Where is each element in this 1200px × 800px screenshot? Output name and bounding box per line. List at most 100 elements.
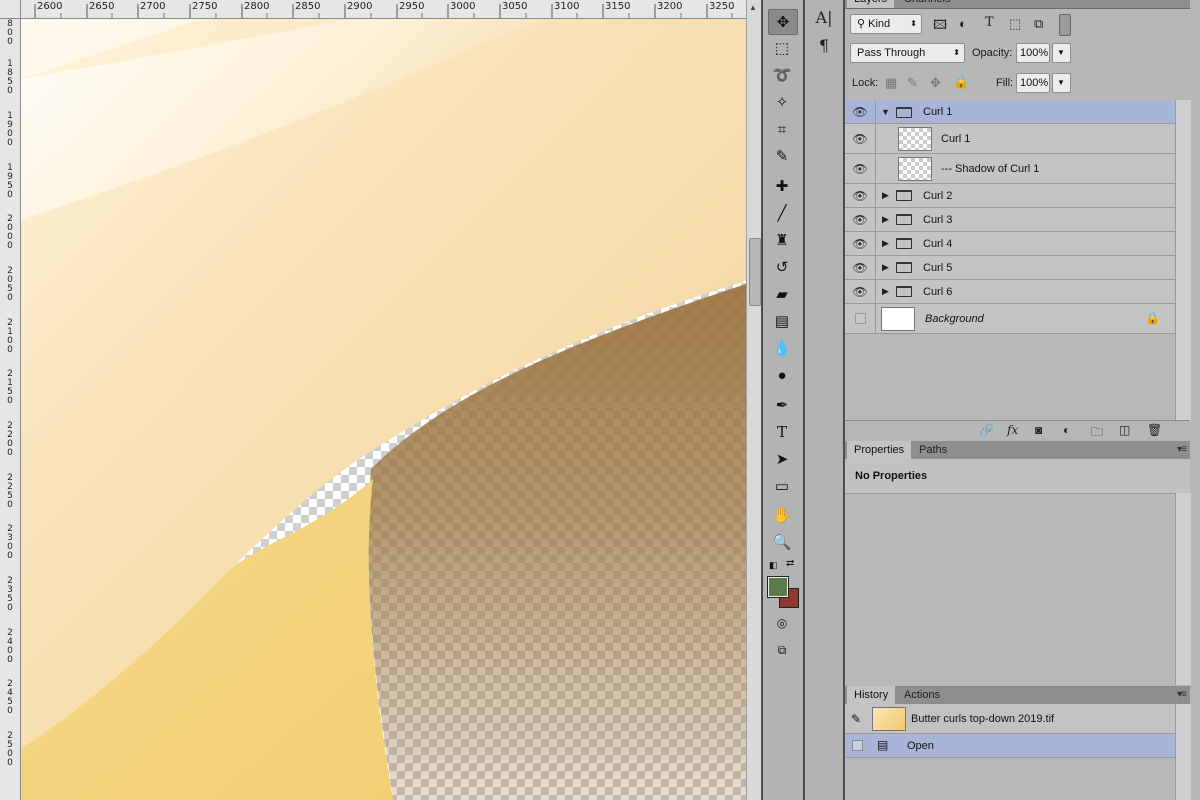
visibility-eye-icon[interactable]: 👁 [845,100,876,123]
expand-triangle-right-icon[interactable]: ▶ [882,214,889,225]
expand-triangle-right-icon[interactable]: ▶ [882,190,889,201]
opacity-dropdown-icon[interactable]: ▼ [1052,43,1071,63]
crop-tool-icon[interactable]: ⌗ [768,117,796,141]
eyedropper-tool-icon[interactable]: ✎ [768,144,796,168]
layer-row-group-curl-6[interactable]: 👁 ▶ Curl 6 [845,280,1175,304]
fill-dropdown-icon[interactable]: ▼ [1052,73,1071,93]
tab-history[interactable]: History [847,686,896,704]
clone-stamp-tool-icon[interactable]: ♜ [768,228,796,252]
dodge-tool-icon[interactable]: ● [768,363,796,387]
layer-row-group-curl-5[interactable]: 👁 ▶ Curl 5 [845,256,1175,280]
filter-kind-select[interactable]: ⚲ Kind ⬍ [850,14,922,34]
marquee-tool-icon[interactable]: ⬚ [768,36,796,60]
tab-channels[interactable]: Channels [897,0,957,8]
layer-row-group-curl-2[interactable]: 👁 ▶ Curl 2 [845,184,1175,208]
document-canvas[interactable] [21,19,746,800]
panel-menu-icon[interactable]: ▾≡ [1177,444,1187,455]
lock-position-icon[interactable]: ✥ [930,75,941,91]
foreground-color-swatch[interactable] [767,576,789,598]
paragraph-panel-button[interactable]: ¶ [811,33,837,57]
expand-triangle-right-icon[interactable]: ▶ [882,262,889,273]
filter-smart-object-icon[interactable]: ⧉ [1034,16,1043,32]
add-mask-icon[interactable]: ◙ [1035,423,1042,437]
lock-image-icon[interactable]: ✎ [907,75,918,91]
link-layers-icon[interactable]: 🔗 [979,423,994,437]
tab-actions[interactable]: Actions [897,686,947,704]
properties-scrollbar[interactable] [1175,493,1191,685]
expand-triangle-down-icon[interactable]: ▼ [881,107,890,117]
pen-tool-icon[interactable]: ✒ [768,393,796,417]
visibility-eye-icon[interactable]: 👁 [845,154,876,183]
history-snapshot-row[interactable]: ✎ Butter curls top-down 2019.tif [845,704,1175,734]
visibility-eye-icon[interactable]: 👁 [845,184,876,207]
healing-brush-tool-icon[interactable]: ✚ [768,174,796,198]
gradient-tool-icon[interactable]: ▤ [768,309,796,333]
visibility-eye-icon[interactable]: 👁 [845,208,876,231]
type-tool-icon[interactable]: T [768,420,796,444]
hand-tool-icon[interactable]: ✋ [768,503,796,527]
fill-input[interactable]: 100% [1016,73,1050,93]
magic-wand-tool-icon[interactable]: ✧ [768,90,796,114]
scroll-up-arrow-icon[interactable]: ▲ [749,3,757,12]
history-step-row[interactable]: ▤ Open [845,734,1175,758]
history-brush-source-icon[interactable]: ✎ [851,712,861,726]
canvas-vertical-scrollbar[interactable]: ▲ [746,0,761,800]
lasso-tool-icon[interactable]: ➰ [768,63,796,87]
visibility-eye-icon[interactable]: 👁 [845,232,876,255]
ruler-label: 2 4 0 0 [7,628,13,665]
filter-type-icon[interactable]: T [985,15,994,30]
visibility-eye-icon[interactable]: 👁 [845,280,876,303]
eraser-tool-icon[interactable]: ▰ [768,282,796,306]
brush-tool-icon[interactable]: ╱ [768,201,796,225]
layer-row-background[interactable]: Background 🔒 [845,304,1175,334]
layer-row-group-curl-4[interactable]: 👁 ▶ Curl 4 [845,232,1175,256]
lock-transparent-icon[interactable]: ▦ [885,75,897,91]
tab-paths[interactable]: Paths [912,441,954,459]
scrollbar-thumb[interactable] [749,238,761,306]
layer-row-curl-1[interactable]: 👁 Curl 1 [845,124,1175,154]
filter-adjustment-icon[interactable]: ◐ [959,16,967,31]
layer-row-group-curl-3[interactable]: 👁 ▶ Curl 3 [845,208,1175,232]
filter-pixel-icon[interactable]: 🖾 [933,16,947,38]
zoom-tool-icon[interactable]: 🔍 [768,530,796,554]
blur-tool-icon[interactable]: 💧 [768,336,796,360]
layer-row-group-curl-1[interactable]: 👁 ▼ Curl 1 [845,100,1175,124]
layer-row-shadow-of-curl-1[interactable]: 👁 --- Shadow of Curl 1 [845,154,1175,184]
layer-thumbnail [898,157,932,181]
shape-tool-icon[interactable]: ▭ [768,474,796,498]
lock-label: Lock: [852,77,879,89]
filter-shape-icon[interactable]: ⬚ [1009,16,1021,32]
panel-menu-icon[interactable]: ▾≡ [1177,689,1187,700]
fx-icon[interactable]: fx [1007,423,1018,437]
move-tool-icon[interactable]: ✥ [768,9,798,35]
visibility-eye-icon[interactable]: 👁 [845,256,876,279]
character-panel-button[interactable]: A| [811,5,837,29]
properties-header: No Properties [845,459,1190,494]
expand-triangle-right-icon[interactable]: ▶ [882,286,889,297]
history-step-checkbox[interactable] [852,740,863,751]
swap-colors-icon[interactable]: ⇄ [786,558,794,569]
ruler-label: 2900 [347,1,373,12]
visibility-eye-icon[interactable]: 👁 [845,124,876,153]
quick-mask-icon[interactable]: ◎ [768,611,796,635]
new-layer-icon[interactable]: ◫ [1119,423,1130,437]
screen-mode-icon[interactable]: ⧉ [768,638,796,662]
path-selection-tool-icon[interactable]: ➤ [768,447,796,471]
layer-name: Curl 2 [923,190,953,202]
blend-mode-select[interactable]: Pass Through ⬍ [850,43,965,63]
filter-toggle-switch[interactable] [1059,14,1071,36]
history-brush-tool-icon[interactable]: ↺ [768,255,796,279]
right-panel-dock: Layers Channels ▾≡ ⚲ Kind ⬍ 🖾 ◐ T ⬚ ⧉ Pa… [845,0,1200,800]
tab-properties[interactable]: Properties [847,441,912,459]
panel-menu-icon[interactable]: ▾≡ [1177,0,1187,3]
adjustment-layer-icon[interactable]: ◐ [1063,423,1070,437]
layers-scrollbar[interactable] [1175,100,1191,422]
delete-layer-icon[interactable]: 🗑 [1147,423,1162,437]
expand-triangle-right-icon[interactable]: ▶ [882,238,889,249]
opacity-input[interactable]: 100% [1016,43,1050,63]
tab-layers[interactable]: Layers [847,0,895,8]
lock-all-icon[interactable]: 🔒 [953,74,969,90]
default-colors-icon[interactable]: ◧ [769,560,778,571]
history-scrollbar[interactable] [1175,704,1191,800]
visibility-toggle-empty[interactable] [845,304,876,333]
